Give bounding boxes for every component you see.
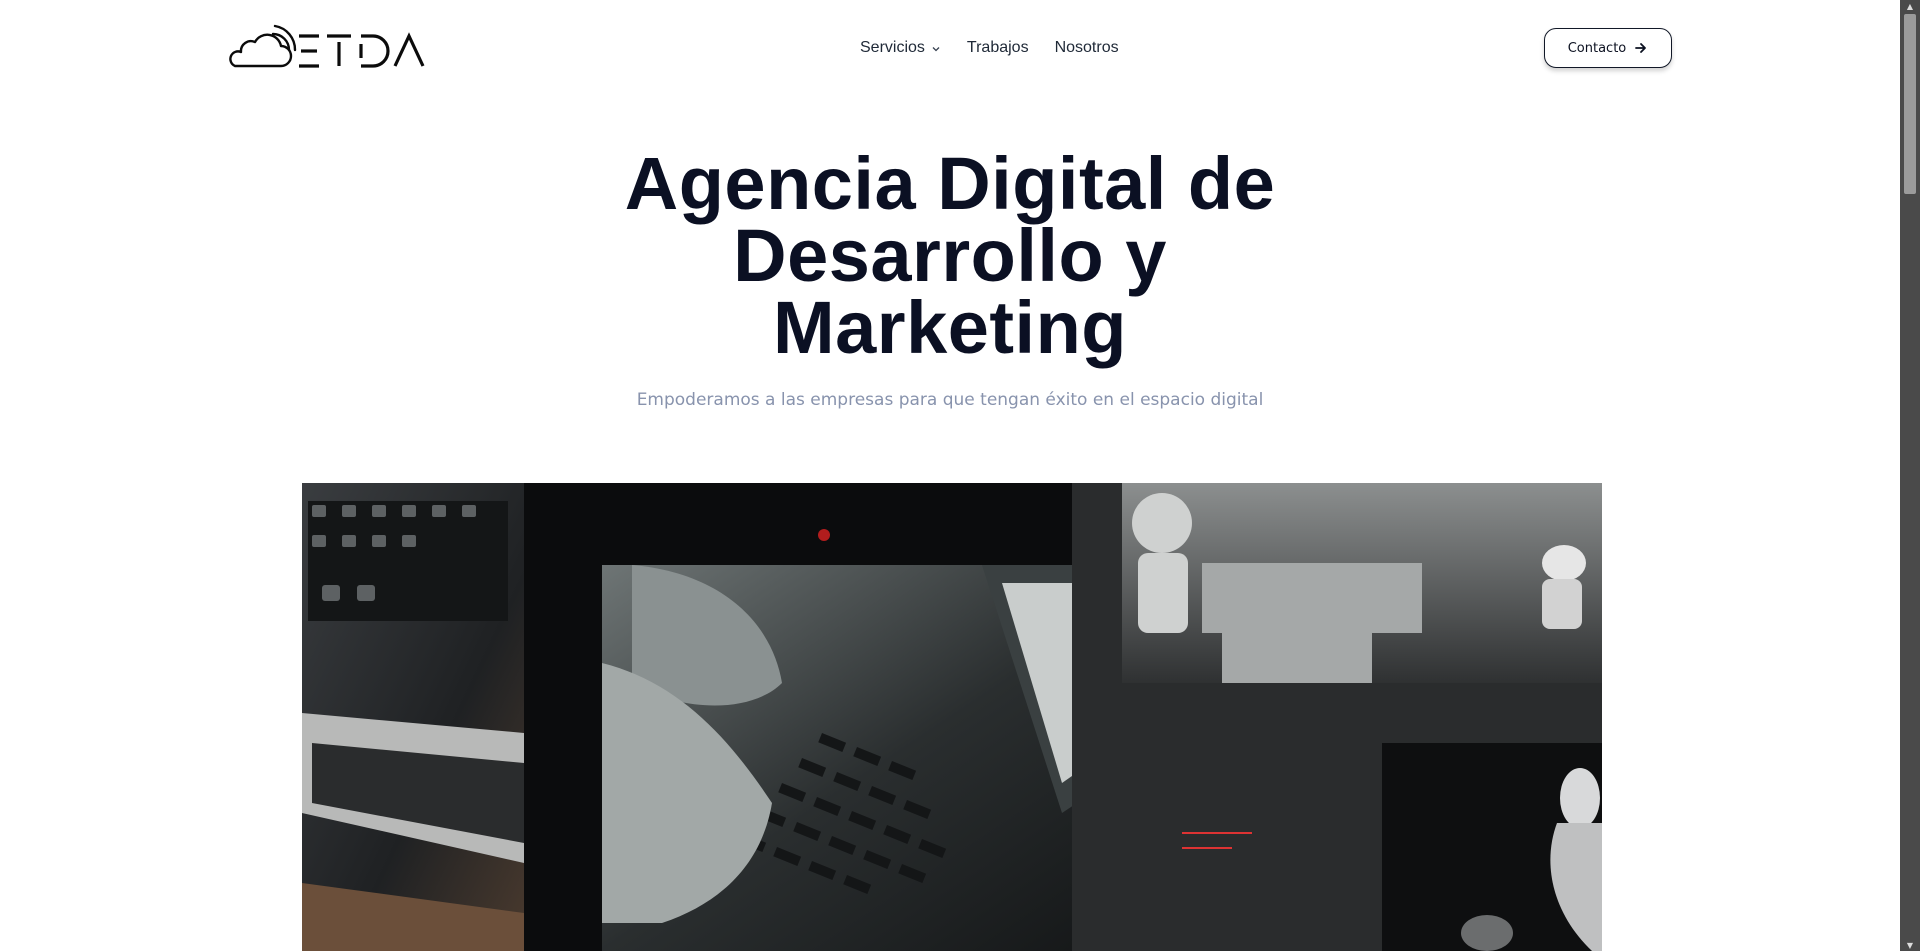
nav-item-servicios[interactable]: Servicios xyxy=(860,39,941,57)
contact-button-label: Contacto xyxy=(1567,40,1627,56)
main-nav: Servicios Trabajos Nosotros xyxy=(860,36,1119,60)
etda-logo-icon xyxy=(229,24,425,68)
page-scrollbar[interactable]: ▲ ▼ xyxy=(1900,0,1920,951)
scroll-down-icon[interactable]: ▼ xyxy=(1900,939,1920,951)
chevron-down-icon xyxy=(932,47,940,52)
nav-item-nosotros[interactable]: Nosotros xyxy=(1055,39,1119,57)
scrollbar-thumb[interactable] xyxy=(1904,14,1916,194)
scroll-up-icon[interactable]: ▲ xyxy=(1900,0,1920,12)
hero-title-line: Desarrollo y xyxy=(733,214,1167,297)
nav-item-label: Trabajos xyxy=(966,39,1029,56)
hero-subtitle: Empoderamos a las empresas para que teng… xyxy=(636,390,1264,410)
contact-button[interactable]: Contacto xyxy=(1544,28,1672,68)
hero-title-line: Marketing xyxy=(772,286,1127,369)
nav-item-trabajos[interactable]: Trabajos xyxy=(967,39,1029,57)
arrow-right-icon xyxy=(1635,43,1647,53)
nav-item-label: Servicios xyxy=(860,39,925,56)
hero-title-line: Agencia Digital de xyxy=(624,142,1276,225)
nav-item-label: Nosotros xyxy=(1054,39,1119,56)
video-collage-image xyxy=(302,483,1602,951)
site-header: Servicios Trabajos Nosotros Contacto xyxy=(0,0,1900,96)
hero-video[interactable] xyxy=(302,483,1602,951)
hero-title: Agencia Digital de Desarrollo y Marketin… xyxy=(560,147,1340,365)
